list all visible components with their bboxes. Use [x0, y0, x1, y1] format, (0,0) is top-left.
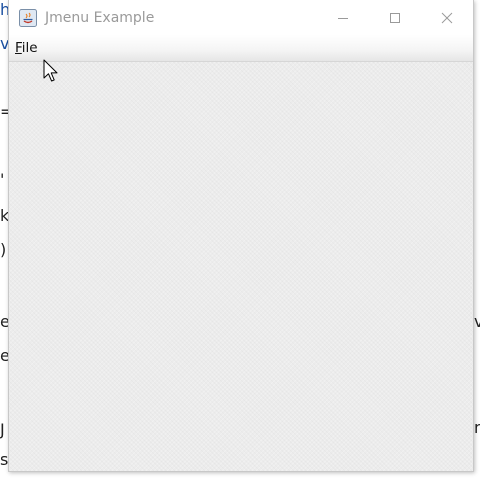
java-icon [19, 8, 37, 27]
close-icon [441, 12, 453, 23]
background-text-fragment: ) [0, 240, 7, 259]
jmenu-window: Jmenu Example File [8, 0, 474, 472]
background-text-fragment: J [0, 420, 5, 439]
menu-file[interactable]: File [9, 35, 44, 61]
background-text-fragment: v [474, 312, 480, 331]
close-button[interactable] [421, 0, 473, 35]
background-text-fragment: n [474, 418, 480, 437]
title-bar[interactable]: Jmenu Example [9, 0, 473, 35]
content-pane [9, 62, 473, 471]
menu-file-mnemonic: F [15, 40, 22, 56]
background-text-fragment: ' [0, 170, 5, 189]
maximize-button[interactable] [369, 0, 421, 35]
maximize-icon [390, 12, 400, 23]
mouse-pointer-icon [43, 59, 58, 82]
minimize-button[interactable] [317, 0, 369, 35]
menu-bar: File [9, 35, 473, 62]
desktop: h v = ' k ) er er J s v n Jmenu Example [0, 0, 480, 480]
window-title: Jmenu Example [45, 9, 155, 26]
minimize-icon [338, 17, 348, 19]
menu-file-label: ile [21, 40, 38, 56]
